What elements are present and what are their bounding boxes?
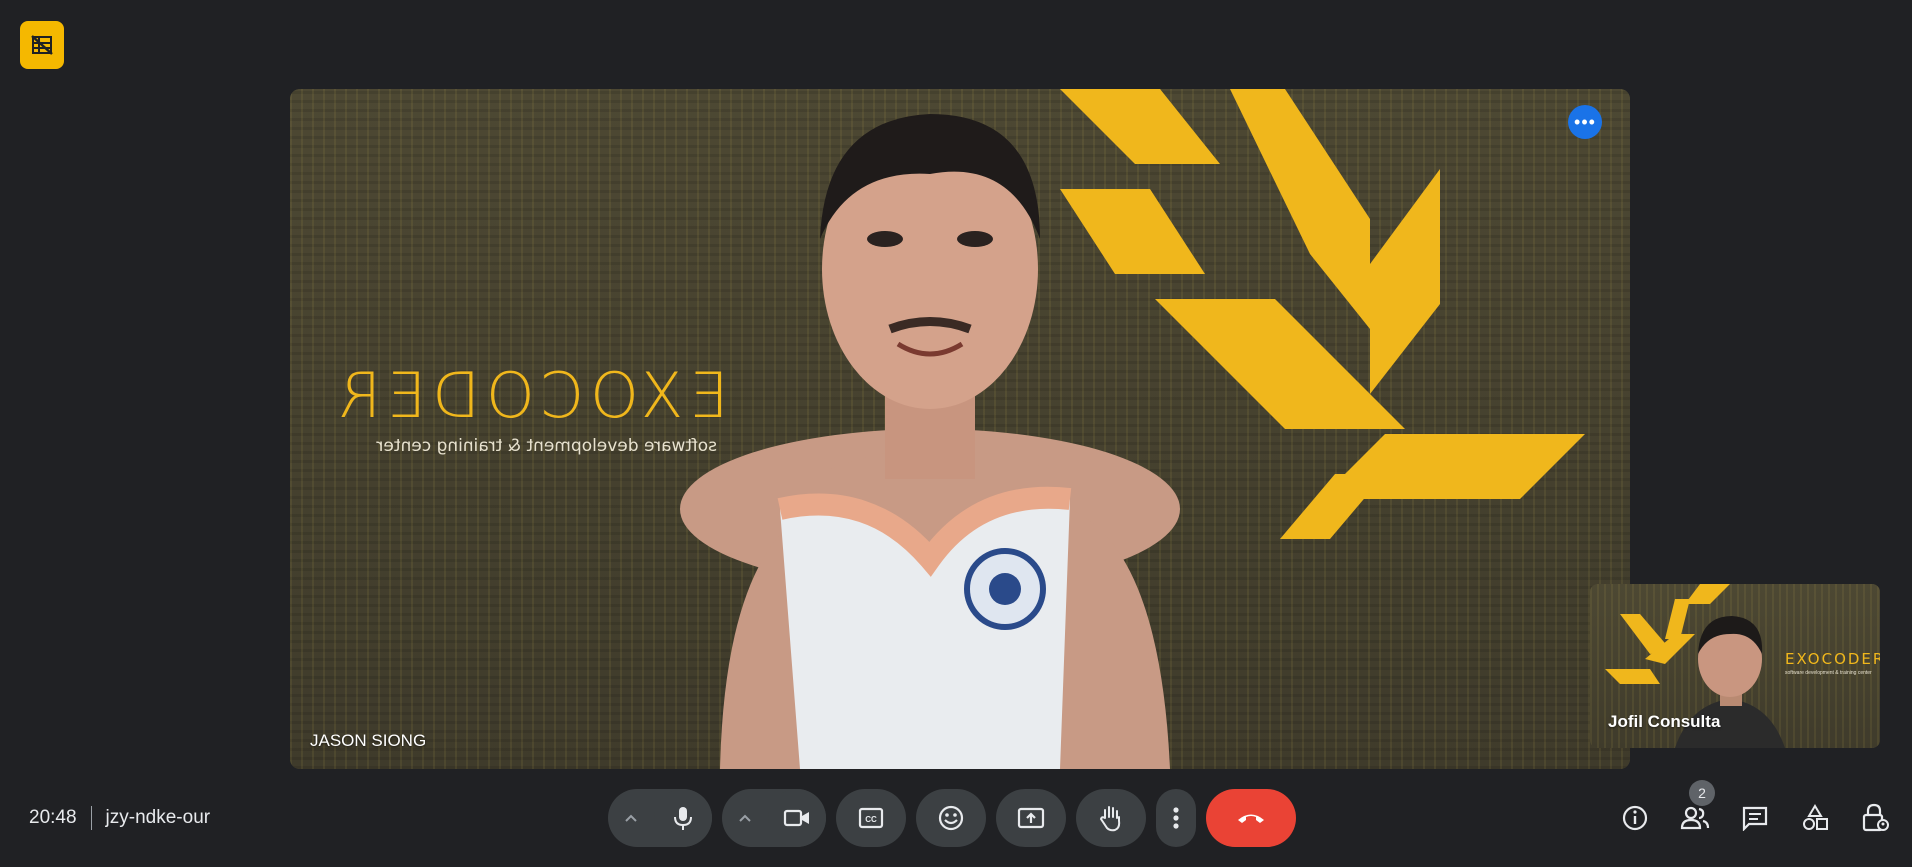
people-button[interactable]: 2 <box>1675 780 1715 842</box>
chat-button[interactable] <box>1735 794 1775 842</box>
raise-hand-button[interactable] <box>1076 789 1146 847</box>
captions-button[interactable]: CC <box>836 789 906 847</box>
raise-hand-icon <box>1099 806 1121 832</box>
end-call-icon <box>1238 814 1264 823</box>
shapes-icon <box>1803 804 1828 830</box>
self-view-tile[interactable]: EXOCODER software development & training… <box>1590 584 1880 748</box>
chat-icon <box>1742 806 1768 831</box>
no-video-grid-icon <box>31 35 53 55</box>
svg-text:CC: CC <box>865 815 877 824</box>
main-video-tile[interactable]: EXOCODER software development & training… <box>290 89 1630 769</box>
meeting-details-button[interactable] <box>1615 794 1655 842</box>
host-controls-button[interactable] <box>1855 794 1895 842</box>
meeting-code[interactable]: jzy-ndke-our <box>106 807 211 829</box>
audio-options-button[interactable] <box>608 789 654 847</box>
reactions-button[interactable] <box>916 789 986 847</box>
more-options-button[interactable] <box>1156 789 1196 847</box>
microphone-icon <box>674 807 692 830</box>
video-control-group <box>722 789 826 847</box>
meeting-clock: 20:48 <box>29 807 77 828</box>
present-button[interactable] <box>996 789 1066 847</box>
present-screen-icon <box>1017 807 1045 829</box>
self-brand-tagline: software development & training center <box>1785 670 1872 676</box>
divider <box>90 806 92 830</box>
people-count-badge: 2 <box>1689 780 1715 806</box>
end-call-button[interactable] <box>1206 789 1296 847</box>
side-panel-tools: 2 <box>1615 780 1895 842</box>
participant-video-feed <box>680 114 1180 769</box>
meeting-info: 20:48 jzy-ndke-our <box>29 806 210 830</box>
info-icon <box>1622 805 1648 831</box>
camera-button[interactable] <box>768 789 826 847</box>
video-camera-icon <box>783 809 809 827</box>
chevron-up-icon <box>625 814 637 822</box>
activities-button[interactable] <box>1795 794 1835 842</box>
participant-name-label: JASON SIONG <box>310 731 427 750</box>
video-options-button[interactable] <box>722 789 768 847</box>
chevron-up-icon <box>739 814 751 822</box>
host-controls-badge[interactable] <box>20 21 64 69</box>
self-name-label: Jofil Consulta <box>1608 712 1721 731</box>
tile-more-options-button[interactable]: ••• <box>1568 105 1602 139</box>
call-controls: CC <box>608 789 1296 847</box>
microphone-button[interactable] <box>654 789 712 847</box>
audio-control-group <box>608 789 712 847</box>
self-brand-logo-text: EXOCODER <box>1785 650 1880 668</box>
closed-captions-icon: CC <box>858 807 884 829</box>
more-vertical-icon <box>1173 807 1179 829</box>
emoji-icon <box>938 805 964 831</box>
people-icon <box>1680 806 1710 830</box>
lock-person-icon <box>1862 803 1889 832</box>
